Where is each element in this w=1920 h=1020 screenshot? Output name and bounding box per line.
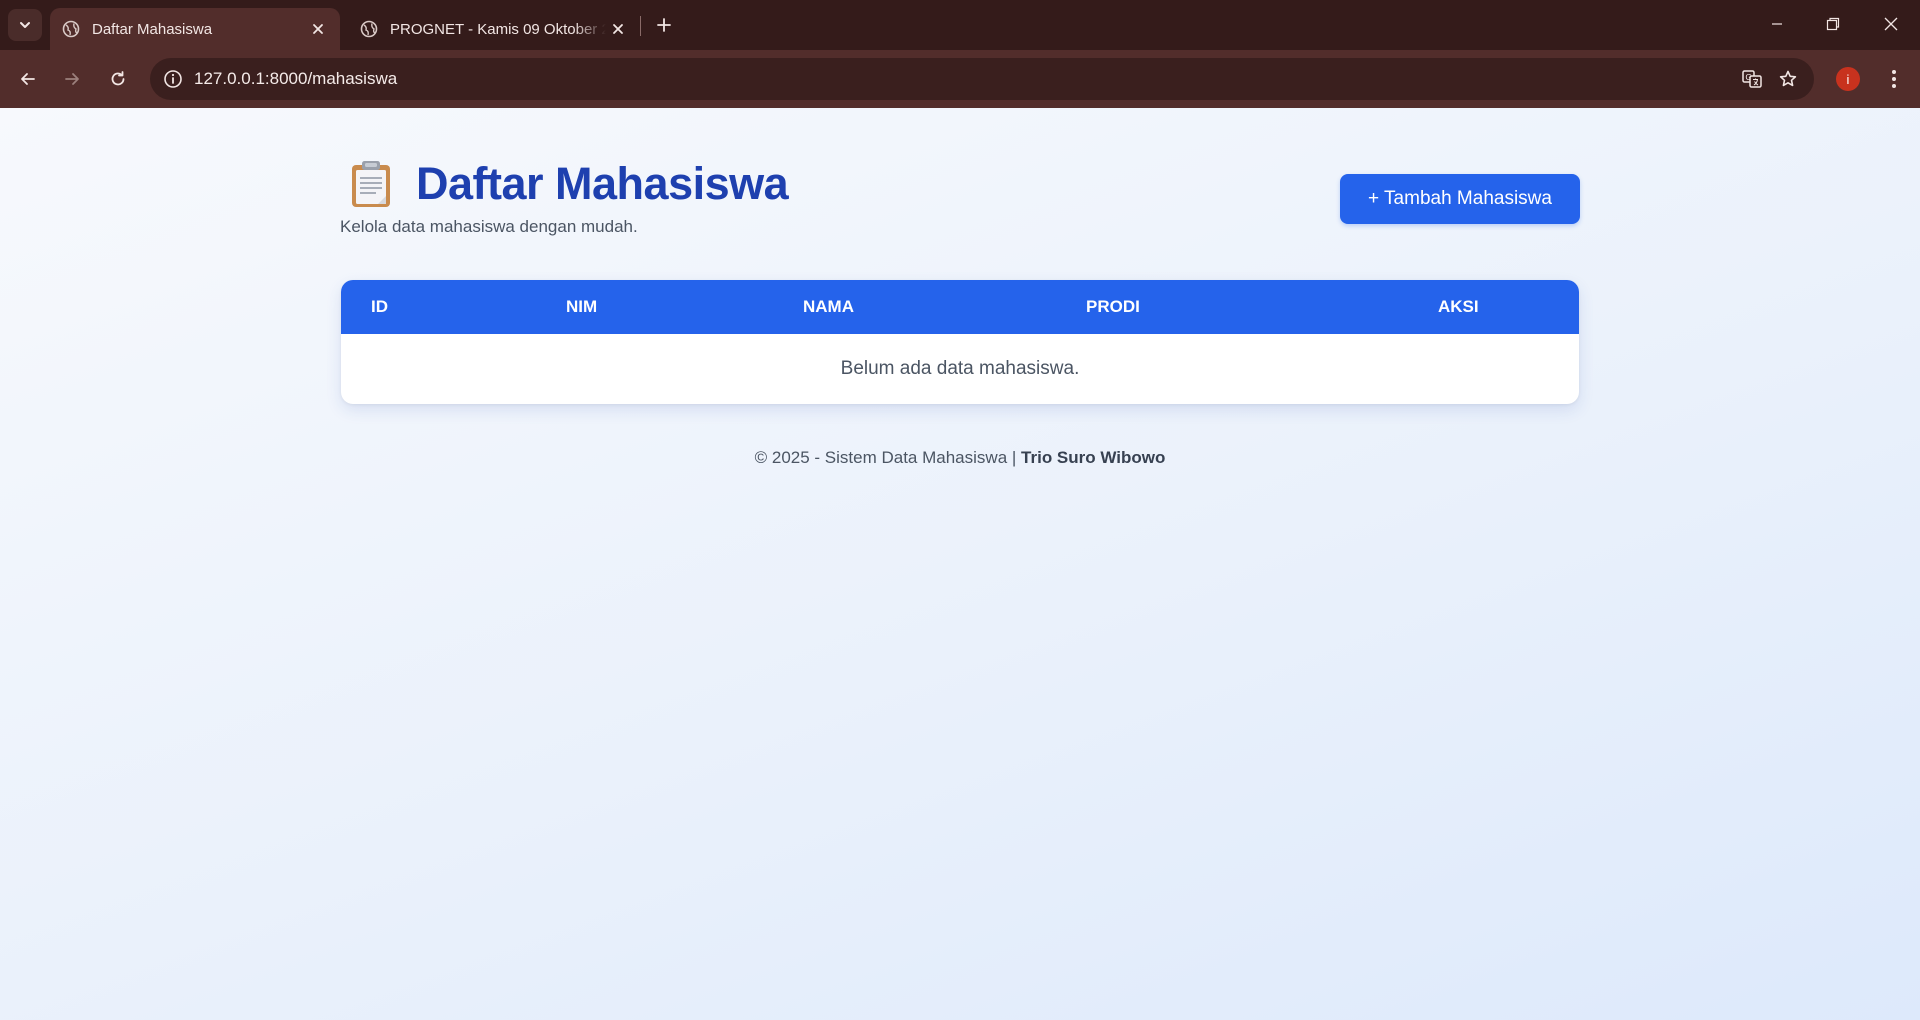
tab-search-button[interactable]	[8, 9, 42, 41]
close-icon	[313, 24, 323, 34]
table-header: ID NIM NAMA PRODI AKSI	[341, 280, 1579, 334]
restore-icon	[1826, 17, 1840, 31]
add-student-button[interactable]: + Tambah Mahasiswa	[1340, 174, 1580, 224]
browser-menu-button[interactable]	[1880, 63, 1908, 95]
tab-close-button[interactable]	[606, 17, 630, 41]
chevron-down-icon	[20, 22, 30, 28]
kebab-menu-icon	[1892, 70, 1896, 88]
reload-button[interactable]	[102, 63, 134, 95]
clipboard-icon	[352, 161, 390, 207]
page-title: Daftar Mahasiswa	[416, 158, 789, 209]
minimize-button[interactable]	[1754, 6, 1800, 42]
column-header-aksi: AKSI	[1438, 297, 1479, 316]
footer: © 2025 - Sistem Data Mahasiswa | Trio Su…	[0, 448, 1920, 468]
page-header: Daftar Mahasiswa	[348, 158, 789, 210]
page-subtitle: Kelola data mahasiswa dengan mudah.	[340, 217, 638, 236]
empty-table-message: Belum ada data mahasiswa.	[840, 358, 1080, 379]
students-table: ID NIM NAMA PRODI AKSI Belum ada data ma…	[341, 280, 1579, 404]
globe-icon	[62, 20, 80, 38]
tab-title: PROGNET - Kamis 09 Oktober 2025	[390, 20, 606, 38]
globe-icon	[360, 20, 378, 38]
plus-icon	[657, 18, 671, 32]
browser-tab-strip: Daftar Mahasiswa PROGNET - Kamis 09 Okto…	[0, 0, 1920, 50]
close-icon	[1884, 17, 1898, 31]
restore-button[interactable]	[1810, 6, 1856, 42]
browser-toolbar: 127.0.0.1:8000/mahasiswa G i	[0, 50, 1920, 108]
column-header-nama: NAMA	[803, 297, 854, 316]
profile-avatar[interactable]: i	[1836, 67, 1860, 91]
page-viewport: Daftar Mahasiswa Kelola data mahasiswa d…	[0, 108, 1920, 1020]
tab-divider	[640, 16, 641, 36]
close-icon	[613, 24, 623, 34]
footer-text: © 2025 - Sistem Data Mahasiswa |	[754, 448, 1017, 467]
translate-icon: G	[1742, 70, 1762, 88]
footer-author: Trio Suro Wibowo	[1021, 448, 1166, 467]
tab-close-button[interactable]	[306, 17, 330, 41]
star-icon	[1779, 70, 1797, 87]
column-header-id: ID	[371, 297, 388, 316]
bookmark-button[interactable]	[1770, 63, 1806, 95]
info-icon[interactable]	[162, 68, 184, 90]
forward-button[interactable]	[56, 63, 88, 95]
arrow-left-icon	[21, 73, 35, 85]
translate-button[interactable]: G	[1734, 63, 1770, 95]
close-window-button[interactable]	[1868, 6, 1914, 42]
reload-icon	[111, 71, 125, 86]
column-header-nim: NIM	[566, 297, 598, 316]
url-text[interactable]: 127.0.0.1:8000/mahasiswa	[194, 69, 1734, 89]
new-tab-button[interactable]	[650, 11, 678, 39]
minimize-icon	[1772, 23, 1782, 25]
arrow-right-icon	[65, 73, 79, 85]
back-button[interactable]	[12, 63, 44, 95]
tab-title: Daftar Mahasiswa	[92, 20, 213, 38]
column-header-prodi: PRODI	[1086, 297, 1140, 316]
address-bar[interactable]: 127.0.0.1:8000/mahasiswa G	[150, 58, 1814, 100]
tab-daftar-mahasiswa[interactable]: Daftar Mahasiswa	[50, 8, 340, 50]
tab-prognet[interactable]: PROGNET - Kamis 09 Oktober 2025	[348, 8, 640, 50]
